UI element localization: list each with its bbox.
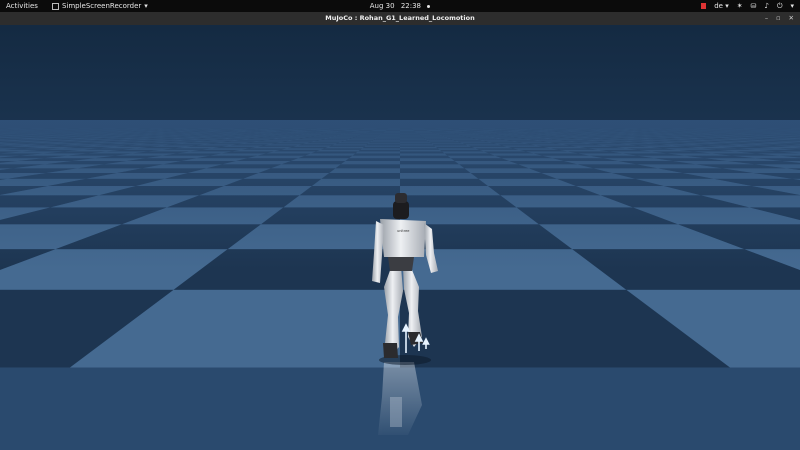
minimize-icon[interactable]: –	[765, 12, 768, 25]
record-indicator-icon[interactable]	[701, 3, 707, 9]
lidar-icon	[395, 193, 407, 203]
window-controls: – ▫ ✕	[765, 12, 794, 25]
torso	[380, 219, 426, 257]
window-title: MuJoCo : Rohan_G1_Learned_Locomotion	[325, 14, 475, 22]
clock-time: 22:38	[400, 2, 421, 10]
power-icon[interactable]: ⏻	[777, 0, 783, 12]
network-icon[interactable]: ⛁	[751, 0, 757, 12]
window-title-bar[interactable]: MuJoCo : Rohan_G1_Learned_Locomotion – ▫…	[0, 12, 800, 25]
clock-button[interactable]: Aug 30 22:38	[0, 0, 800, 12]
system-top-bar: Activities SimpleScreenRecorder ▾ Aug 30…	[0, 0, 800, 12]
accessibility-icon[interactable]: ✶	[737, 0, 743, 12]
system-tray: de ▾ ✶ ⛁ ♪ ⏻ ▾	[701, 0, 794, 12]
notification-dot-icon	[427, 4, 431, 8]
volume-icon[interactable]: ♪	[764, 0, 768, 12]
scene-canvas: unitree	[0, 25, 800, 450]
keyboard-layout-button[interactable]: de ▾	[714, 0, 729, 12]
mujoco-viewport[interactable]: unitree	[0, 25, 800, 450]
pelvis	[388, 257, 414, 271]
maximize-icon[interactable]: ▫	[776, 12, 780, 25]
clock-date: Aug 30	[369, 2, 395, 10]
close-icon[interactable]: ✕	[789, 12, 794, 25]
left-foot	[383, 343, 398, 358]
chevron-down-icon[interactable]: ▾	[790, 0, 794, 12]
robot-head	[393, 201, 409, 219]
robot-chest-label: unitree	[397, 229, 409, 233]
